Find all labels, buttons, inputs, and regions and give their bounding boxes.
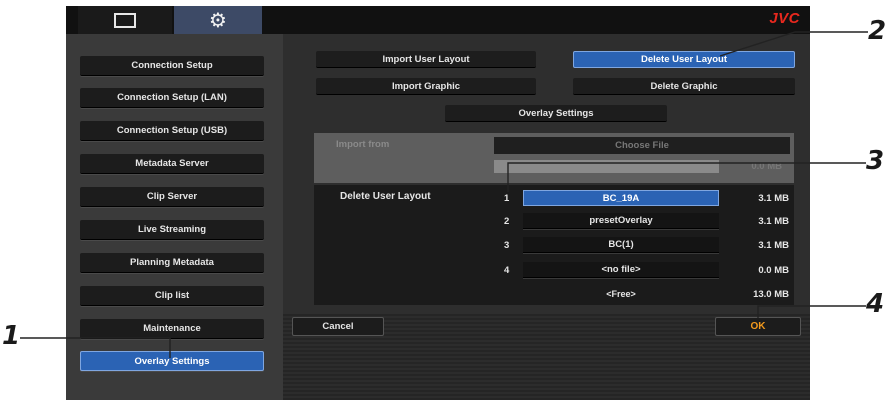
tab-settings[interactable]: ⚙ <box>174 6 262 34</box>
sidebar-item-clip-server[interactable]: Clip Server <box>80 187 264 207</box>
free-space-label: <Free> <box>606 289 636 299</box>
import-panel: Import from Choose File 0.0 MB <box>314 133 794 183</box>
file-number: 2 <box>504 216 510 227</box>
file-number: 3 <box>504 240 510 251</box>
sidebar-item-planning-metadata[interactable]: Planning Metadata <box>80 253 264 273</box>
file-slot-2-button[interactable]: presetOverlay <box>523 213 719 229</box>
import-graphic-button[interactable]: Import Graphic <box>316 78 536 95</box>
overlay-settings-button[interactable]: Overlay Settings <box>445 105 667 122</box>
choose-file-button[interactable]: Choose File <box>494 137 790 154</box>
callout-1-label: 1 <box>2 321 21 351</box>
file-size: 0.0 MB <box>758 265 789 276</box>
delete-user-layout-label: Delete User Layout <box>340 191 431 202</box>
delete-user-layout-panel: Delete User Layout 1 BC_19A 3.1 MB 2 pre… <box>314 185 794 305</box>
file-number: 4 <box>504 265 510 276</box>
file-size: 3.1 MB <box>758 193 789 204</box>
sidebar-item-clip-list[interactable]: Clip list <box>80 286 264 306</box>
delete-user-layout-button[interactable]: Delete User Layout <box>573 51 795 68</box>
file-slot-1-button[interactable]: BC_19A <box>523 190 719 206</box>
sidebar-item-metadata-server[interactable]: Metadata Server <box>80 154 264 174</box>
main-panel: Import User Layout Delete User Layout Im… <box>283 34 810 400</box>
sidebar: Connection Setup Connection Setup (LAN) … <box>66 34 283 400</box>
callout-4-label: 4 <box>866 289 885 319</box>
import-size-text: 0.0 MB <box>751 161 782 172</box>
file-slot-4-button[interactable]: <no file> <box>523 262 719 278</box>
top-bar: ⚙ JVC <box>66 6 810 34</box>
sidebar-item-connection-setup-lan[interactable]: Connection Setup (LAN) <box>80 88 264 108</box>
import-user-layout-button[interactable]: Import User Layout <box>316 51 536 68</box>
sidebar-item-connection-setup-usb[interactable]: Connection Setup (USB) <box>80 121 264 141</box>
tab-display[interactable] <box>78 6 172 34</box>
sidebar-item-connection-setup[interactable]: Connection Setup <box>80 56 264 76</box>
sidebar-item-maintenance[interactable]: Maintenance <box>80 319 264 339</box>
sidebar-item-live-streaming[interactable]: Live Streaming <box>80 220 264 240</box>
file-slot-3-button[interactable]: BC(1) <box>523 237 719 253</box>
monitor-icon <box>114 12 136 28</box>
ok-button[interactable]: OK <box>715 317 801 336</box>
import-from-label: Import from <box>336 139 390 150</box>
import-progress-bar <box>494 160 719 173</box>
delete-graphic-button[interactable]: Delete Graphic <box>573 78 795 95</box>
brand-logo: JVC <box>769 10 800 27</box>
device-screen: ⚙ JVC Connection Setup Connection Setup … <box>66 6 810 400</box>
file-size: 3.1 MB <box>758 240 789 251</box>
free-space-size: 13.0 MB <box>753 289 789 300</box>
gear-icon: ⚙ <box>209 8 227 32</box>
cancel-button[interactable]: Cancel <box>292 317 384 336</box>
callout-3-label: 3 <box>866 146 885 176</box>
file-size: 3.1 MB <box>758 216 789 227</box>
callout-2-label: 2 <box>868 16 887 46</box>
file-number: 1 <box>504 193 510 204</box>
sidebar-item-overlay-settings[interactable]: Overlay Settings <box>80 351 264 371</box>
